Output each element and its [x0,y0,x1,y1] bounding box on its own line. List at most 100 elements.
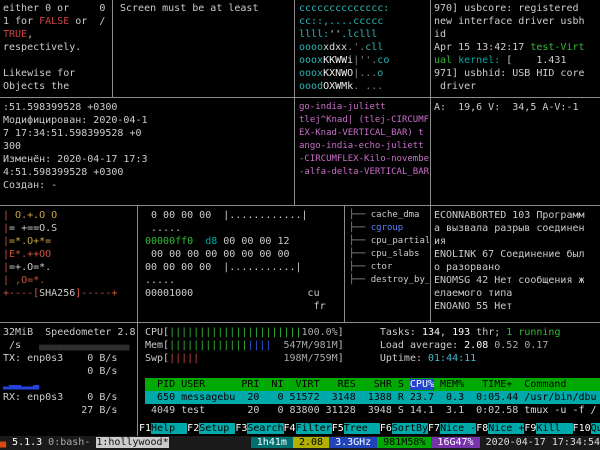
fkey-f8[interactable]: F8 [476,423,488,434]
pane-speedometer[interactable]: 32MiB Speedometer 2.8 /s ▄▄▄▄▄▄▄▄▄▄▄▄▄▄▄… [0,324,137,436]
text-segment: +----[ [3,288,39,299]
pane-ansi-art[interactable]: cccccccccccccc:cc::,....cccccllll:''.lcl… [296,0,429,97]
pane-hexdump[interactable]: 0 00 00 00 |............| .....00000ff0 … [139,207,344,322]
fkey-f5-label[interactable]: Tree [344,423,380,434]
fkey-f9[interactable]: F9 [524,423,536,434]
terminal-line: |E*.++OO [3,248,137,261]
text-segment: ├── [349,223,371,233]
fkey-f4[interactable]: F4 [284,423,296,434]
terminal-line: Модифицирован: 2020-04-1 [3,114,294,127]
text-segment: 2.08 [464,340,494,351]
terminal-line: 00001000 cu [145,287,344,300]
text-segment: KKWWi [323,55,353,66]
text-segment: Screen must be at least [120,3,258,14]
terminal-line: 00 00 00 00 |...........| [145,261,344,274]
fkey-f7[interactable]: F7 [428,423,440,434]
text-segment: ▄▄▄▄▄▄▄▄▄▄▄▄▄▄▄ [39,340,129,351]
terminal-line: ├── cpu_slabs [349,248,429,261]
window-tab-bash[interactable]: 0:bash- [48,437,96,448]
pane-ssh-randomart[interactable]: | O.+.O O|= +==O.S|=*.O+*=|E*.++OO|=+.O=… [0,207,137,322]
pane-av-meter[interactable]: A: 19,6 V: 34,5 A-V:-1 [431,99,600,205]
text-segment: Изменён: 2020-04-17 17:3 [3,154,148,165]
terminal-line: 4049 test 20 0 83800 31128 3948 S 14.1 3… [145,404,600,417]
fkey-f4-label[interactable]: Filter [296,423,332,434]
text-segment: CPU% [410,379,434,390]
terminal-line: cccccccccccccc: [299,2,429,15]
text-segment: |||| [247,340,271,351]
text-segment: 0 B/s [3,366,117,377]
text-segment: 193 [452,327,470,338]
fkey-f2-label[interactable]: Setup [199,423,235,434]
terminal-line: ENOANO 55 Нет [434,300,600,313]
text-segment: ├── [349,236,371,246]
terminal-line: ooooxdxx.'.cll [299,41,429,54]
window-tab-hollywood[interactable]: 1:hollywood* [96,437,168,448]
fkey-f9-label[interactable]: Kill [536,423,572,434]
text-segment: Uptime: [380,353,428,364]
pane-screen-message[interactable]: Screen must be at least [114,0,294,97]
fkey-f3-label[interactable]: Search [247,423,283,434]
text-segment: SHA256 [39,288,75,299]
text-segment: test-Virt [530,42,584,53]
pane-doc-text[interactable]: either 0 or 01 for FALSE or /TRUE,respec… [0,0,112,97]
text-segment: xdxx [323,42,347,53]
terminal-line: ENOLINK 67 Соединение был [434,248,600,261]
text-segment: 4:51.598399528 +0300 [3,167,123,178]
byobu-status-bar: ▄ 5.1.3 0:bash- 1:hollywood* 1h41m 2.08 … [0,436,600,450]
terminal-line: RX: enp0s3 0 B/s [3,391,137,404]
pane-slab-tree[interactable]: ├── cache_dma├── cgroup├── cpu_partial├─… [346,207,429,322]
terminal-line: :51.598399528 +0300 [3,101,294,114]
fkey-f2[interactable]: F2 [187,423,199,434]
text-segment: ]-----+ [75,288,117,299]
pane-stat-output[interactable]: :51.598399528 +0300Модифицирован: 2020-0… [0,99,294,205]
text-segment: =*.O+*= [9,236,51,247]
fkey-f10[interactable]: F10 [573,423,591,434]
text-segment: -CIRCUMFLEX-Kilo-november [299,154,429,164]
text-segment: |''. [353,55,377,66]
terminal-line: id [434,28,600,41]
terminal-line: 0 00 00 00 |............| [145,209,344,222]
text-segment: ├── [349,275,371,285]
status-datetime: 2020-04-17 17:34:54 [480,437,600,448]
terminal-line: 0 B/s [3,365,137,378]
text-segment: co [377,55,389,66]
fkey-f3[interactable]: F3 [235,423,247,434]
text-segment: RX: enp0s3 0 B/s [3,392,117,403]
status-bar-right: 1h41m 2.08 3.3GHz 981M58% 16G47% 2020-04… [251,436,600,450]
terminal-line: ├── cgroup [349,222,429,235]
text-segment: = +==O.S [9,223,57,234]
fkey-f10-label[interactable]: Quit [591,423,600,434]
text-segment: ENOLINK 67 Соединение был [434,249,585,260]
fkey-f6-label[interactable]: SortBy [392,423,428,434]
fkey-f8-label[interactable]: Nice + [488,423,524,434]
fkey-f1-label[interactable]: Help [151,423,187,434]
pane-nato-phonetic[interactable]: go-india-julietttlej^Knad| (tlej-CIRCUMF… [296,99,429,205]
text-segment: 0 [99,3,105,14]
terminal-line: 300 [3,140,294,153]
fkey-f7-label[interactable]: Nice - [440,423,476,434]
text-segment: 4049 test 20 0 83800 31128 3948 S 14.1 3… [145,405,524,416]
pane-kernel-log[interactable]: 970] usbcore: registerednew interface dr… [431,0,600,97]
pane-border-vertical-5 [344,206,345,322]
pane-border-horizontal-3 [0,322,600,323]
fkey-f5[interactable]: F5 [332,423,344,434]
terminal-line: -CIRCUMFLEX-Kilo-november [299,153,429,166]
pane-errno-list[interactable]: ECONNABORTED 103 Программа вызвала разры… [431,207,600,322]
text-segment: ENOANO 55 Нет [434,301,512,312]
fkey-f1[interactable]: F1 [139,423,151,434]
text-segment: 300 [3,141,21,152]
pane-border-vertical-1 [112,0,113,97]
text-segment: Mem[ [145,340,169,351]
text-segment [193,236,205,247]
fkey-f6[interactable]: F6 [380,423,392,434]
text-segment: 547M/981M [284,340,338,351]
text-segment: either 0 or [3,3,99,14]
text-segment: o [377,68,383,79]
terminal-line: 27 B/s [3,404,137,417]
terminal-line: |=+.O=*. [3,261,137,274]
text-segment: 650 messagebu 20 0 51572 3148 1388 R 23.… [145,392,600,403]
text-segment [344,340,380,351]
text-segment: KXNWO [323,68,353,79]
text-segment: O.+.O O [9,210,57,221]
pane-htop[interactable]: F1Help F2Setup F3SearchF4FilterF5Tree F6… [139,324,600,436]
